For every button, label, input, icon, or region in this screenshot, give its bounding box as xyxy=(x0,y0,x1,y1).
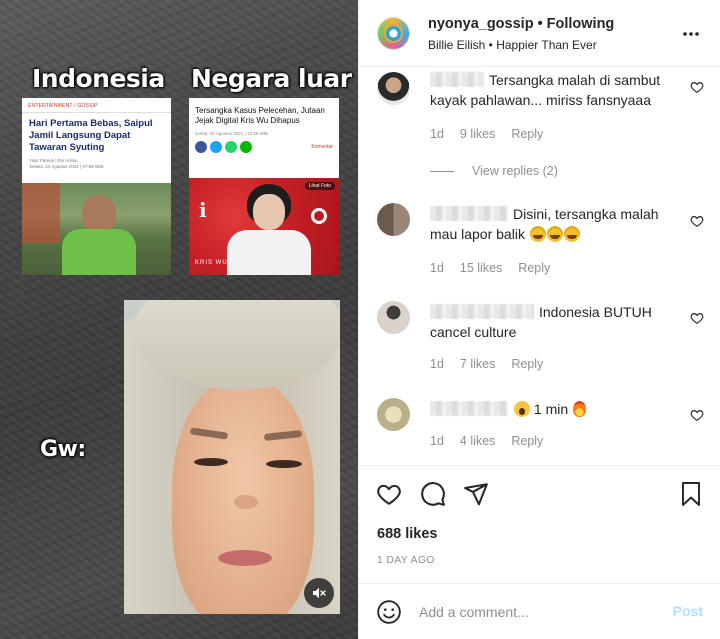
reaction-video[interactable] xyxy=(124,300,340,614)
comment-time: 1d xyxy=(430,357,444,371)
comments-list: Tersangka malah di sambut kayak pahlawan… xyxy=(359,67,720,465)
heart-icon[interactable] xyxy=(690,214,704,228)
paper-plane-icon[interactable] xyxy=(462,480,490,508)
comment-bubble-icon[interactable] xyxy=(419,480,447,508)
comment-composer: Post xyxy=(359,583,720,639)
view-replies-label: View replies (2) xyxy=(472,164,558,178)
audio-link[interactable]: Billie Eilish • Happier Than Ever xyxy=(428,38,597,52)
comment-meta: 1d 7 likes Reply xyxy=(430,357,559,371)
heart-icon[interactable] xyxy=(690,408,704,422)
comment-likes[interactable]: 7 likes xyxy=(460,357,495,371)
meme-label-negara-luar: Negara luar xyxy=(191,64,352,93)
news-screenshot-indonesia: ENTERTAINMENT / GOSSIP Hari Pertama Beba… xyxy=(22,98,171,275)
news-byline: Yasir Fareuk | Evi Arlinie Selasa, 24 Ag… xyxy=(22,154,171,170)
username-link[interactable]: nyonya_gossip xyxy=(428,16,534,32)
action-bar: 688 likes 1 DAY AGO xyxy=(359,465,720,583)
news-category: ENTERTAINMENT / GOSSIP xyxy=(22,98,171,113)
likes-count[interactable]: 688 likes xyxy=(377,526,437,542)
bookmark-icon[interactable] xyxy=(677,480,705,508)
twitter-icon xyxy=(210,141,222,153)
more-horizontal-icon[interactable] xyxy=(681,24,701,44)
line-icon xyxy=(240,141,252,153)
facebook-icon xyxy=(195,141,207,153)
speaker-mute-icon[interactable] xyxy=(304,578,334,608)
comment-time: 1d xyxy=(430,434,444,448)
comment-meta: 1d 15 likes Reply xyxy=(430,261,566,275)
blurred-username xyxy=(430,72,484,87)
following-button[interactable]: Following xyxy=(547,16,615,32)
reply-button[interactable]: Reply xyxy=(511,357,543,371)
comment-likes[interactable]: 15 likes xyxy=(460,261,502,275)
post-sidebar: nyonya_gossip • Following Billie Eilish • … xyxy=(358,0,720,639)
reply-button[interactable]: Reply xyxy=(511,127,543,141)
comment-time: 1d xyxy=(430,127,444,141)
meme-label-indonesia: Indonesia xyxy=(32,64,165,93)
avatar[interactable] xyxy=(377,301,410,334)
comment-text: Disini, tersangka malah mau lapor balik xyxy=(430,204,680,244)
post-button[interactable]: Post xyxy=(673,603,703,619)
tears-of-joy-emoji xyxy=(546,226,563,242)
comment-meta: 1d 9 likes Reply xyxy=(430,127,559,141)
meme-label-gw: Gw: xyxy=(40,437,86,462)
reply-button[interactable]: Reply xyxy=(518,261,550,275)
header-user-line: nyonya_gossip • Following xyxy=(428,16,614,32)
komentar-link: Komentar xyxy=(311,144,333,150)
blurred-username xyxy=(430,206,508,221)
heart-icon[interactable] xyxy=(375,480,403,508)
whatsapp-icon xyxy=(225,141,237,153)
photo-watermark: KRIS WU xyxy=(195,260,228,266)
share-row: Komentar xyxy=(189,136,339,153)
comment-likes[interactable]: 4 likes xyxy=(460,434,495,448)
avatar[interactable] xyxy=(377,203,410,236)
heart-icon[interactable] xyxy=(690,80,704,94)
face-screaming-emoji xyxy=(514,401,530,417)
comment-text: 1 min xyxy=(430,399,680,419)
tears-of-joy-emoji xyxy=(563,226,580,242)
avatar[interactable] xyxy=(377,72,410,105)
comment-text: Tersangka malah di sambut kayak pahlawan… xyxy=(430,70,680,110)
avatar[interactable] xyxy=(377,17,410,50)
news-photo xyxy=(22,183,171,275)
news-headline: Hari Pertama Bebas, Saipul Jamil Langsun… xyxy=(29,118,153,153)
comment-time: 1d xyxy=(430,261,444,275)
smiley-icon[interactable] xyxy=(375,598,403,626)
comment-body: 1 min xyxy=(533,401,569,417)
news-date: Selasa, 24 Agustus 2021 | 07:58 WIB xyxy=(29,164,104,169)
separator-dot: • xyxy=(537,16,543,32)
heart-icon[interactable] xyxy=(690,311,704,325)
tears-of-joy-emoji xyxy=(529,226,546,242)
comment-text: Indonesia BUTUH cancel culture xyxy=(430,302,680,342)
post-timestamp: 1 DAY AGO xyxy=(377,554,435,566)
fire-emoji xyxy=(573,401,587,417)
lihat-foto-badge: Lihat Foto xyxy=(304,182,335,190)
avatar[interactable] xyxy=(377,398,410,431)
blurred-username xyxy=(430,401,508,416)
post-media[interactable]: Indonesia Negara luar ENTERTAINMENT / GO… xyxy=(0,0,358,639)
reply-button[interactable]: Reply xyxy=(511,434,543,448)
blurred-username xyxy=(430,304,534,319)
post-header: nyonya_gossip • Following Billie Eilish • … xyxy=(359,0,720,67)
news-date: Jumat, 20 Agustus 2021 | 12:35 WIB xyxy=(195,131,268,136)
news-headline: Tersangka Kasus Pelecehan, Jutaan Jejak … xyxy=(195,106,325,125)
comment-likes[interactable]: 9 likes xyxy=(460,127,495,141)
news-photo: i Lihat Foto KRIS WU xyxy=(189,178,339,275)
view-replies-button[interactable]: View replies (2) xyxy=(430,164,558,178)
comment-input[interactable] xyxy=(419,598,659,626)
comment-meta: 1d 4 likes Reply xyxy=(430,434,559,448)
news-screenshot-negara-luar: Tersangka Kasus Pelecehan, Jutaan Jejak … xyxy=(189,98,339,275)
